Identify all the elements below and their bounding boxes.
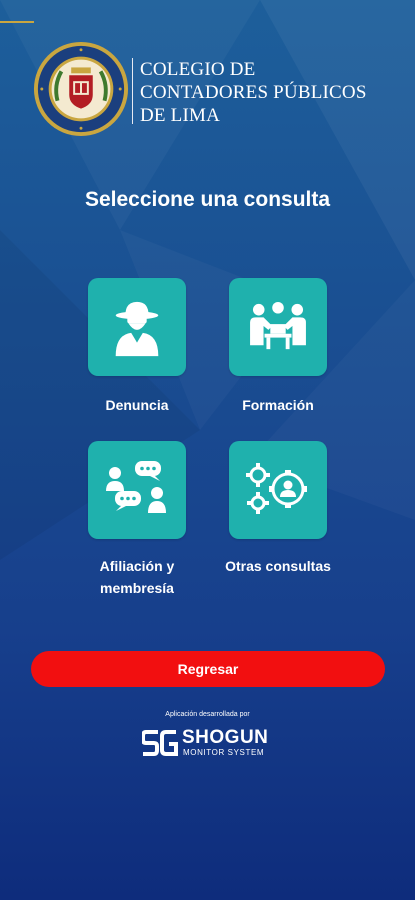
- institution-header: COLEGIO DE CONTADORES PÚBLICOS DE LIMA: [30, 38, 400, 140]
- option-afiliacion-label: Afiliación y membresía: [67, 555, 207, 599]
- shogun-logo-mark: [142, 730, 178, 756]
- option-denuncia-label: Denuncia: [105, 397, 169, 413]
- option-afiliacion-label-line-2: membresía: [100, 580, 174, 596]
- option-otras-consultas[interactable]: Otras consultas: [208, 441, 348, 577]
- institution-seal-logo: [33, 41, 129, 137]
- option-afiliacion-label-line-1: Afiliación y: [99, 558, 175, 574]
- option-otras-consultas-label: Otras consultas: [225, 558, 331, 574]
- institution-name-line-1: COLEGIO DE: [140, 59, 256, 80]
- institution-name-line-2: CONTADORES PÚBLICOS: [140, 82, 367, 103]
- institution-name-line-3: DE LIMA: [140, 105, 221, 126]
- developer-credit: Aplicación desarrollada por: [165, 711, 250, 718]
- option-afiliacion-tile[interactable]: [88, 441, 186, 539]
- institution-name: COLEGIO DE CONTADORES PÚBLICOS DE LIMA: [140, 58, 400, 127]
- gears-user-icon: [246, 463, 307, 514]
- detective-icon: [115, 301, 159, 357]
- option-formacion-tile[interactable]: [229, 278, 327, 376]
- option-otras-consultas-tile[interactable]: [229, 441, 327, 539]
- header-divider: [132, 58, 133, 124]
- chat-users-icon: [106, 461, 166, 513]
- top-accent-line: [0, 21, 34, 23]
- shogun-brand-subtitle: MONITOR SYSTEM: [183, 748, 265, 757]
- shogun-logo: SHOGUN MONITOR SYSTEM: [142, 726, 277, 760]
- option-formacion-label: Formación: [242, 397, 314, 413]
- team-meeting-icon: [250, 301, 306, 350]
- shogun-brand-name: SHOGUN: [182, 727, 269, 748]
- option-denuncia[interactable]: Denuncia: [67, 278, 207, 416]
- back-button[interactable]: Regresar: [31, 651, 385, 687]
- option-afiliacion[interactable]: Afiliación y membresía: [67, 441, 207, 599]
- option-formacion[interactable]: Formación: [208, 278, 348, 416]
- page-title: Seleccione una consulta: [84, 188, 331, 211]
- option-denuncia-tile[interactable]: [88, 278, 186, 376]
